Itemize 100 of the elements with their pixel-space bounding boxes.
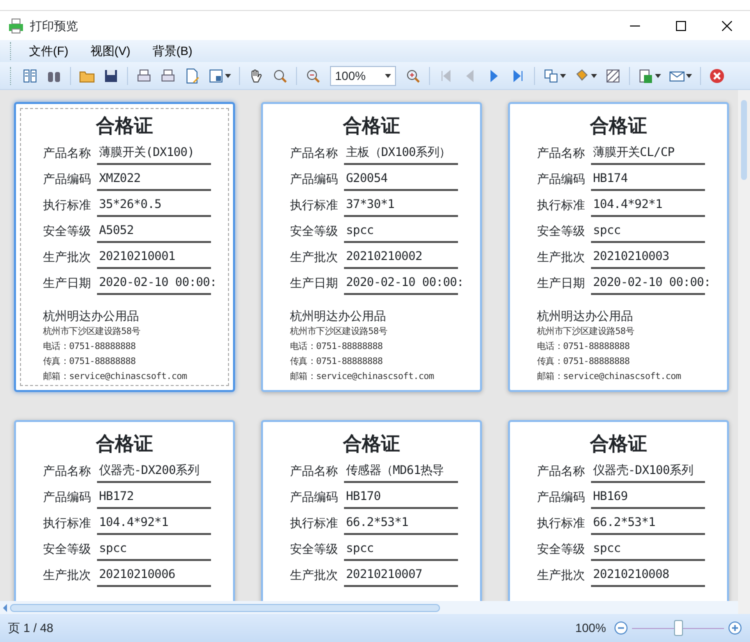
pages-icon bbox=[543, 68, 559, 84]
field-value: spcc bbox=[591, 221, 705, 243]
field-label: 生产批次 bbox=[43, 567, 92, 584]
zoom-dropdown[interactable]: 100% bbox=[330, 66, 396, 86]
field-label: 执行标准 bbox=[537, 197, 586, 214]
zoom-in-icon bbox=[405, 68, 421, 84]
caret-icon bbox=[560, 74, 566, 78]
field-value: HB170 bbox=[344, 487, 458, 509]
caret-icon bbox=[385, 74, 391, 78]
field-label: 产品名称 bbox=[43, 145, 92, 162]
field-value: 主板（DX100系列） bbox=[344, 143, 458, 165]
field-value: 20210210008 bbox=[591, 565, 705, 587]
certificate-title: 合格证 bbox=[588, 432, 648, 457]
certificate-title: 合格证 bbox=[342, 432, 401, 457]
company-name: 杭州明达办公用品 bbox=[43, 308, 140, 325]
certificate-title: 合格证 bbox=[588, 114, 648, 139]
field-label: 生产日期 bbox=[290, 275, 339, 292]
caret-icon bbox=[591, 74, 597, 78]
company-name: 杭州明达办公用品 bbox=[537, 308, 634, 325]
field-value: 仪器壳-DX200系列 bbox=[97, 461, 211, 483]
field-value: XMZ022 bbox=[97, 169, 211, 191]
caret-icon bbox=[225, 74, 231, 78]
field-value: spcc bbox=[591, 539, 705, 561]
field-label: 产品编码 bbox=[537, 489, 586, 506]
field-label: 安全等级 bbox=[290, 223, 339, 240]
contact-line: 传真：0751-88888888 bbox=[290, 356, 384, 369]
certificate-title: 合格证 bbox=[94, 114, 154, 139]
caret-icon bbox=[655, 74, 661, 78]
field-label: 生产批次 bbox=[290, 567, 339, 584]
menu-item[interactable]: 视图(V) bbox=[80, 41, 140, 61]
field-value: G20054 bbox=[344, 169, 458, 191]
window-title: 打印预览 bbox=[30, 18, 79, 34]
contact-line: 邮箱：service@chinascsoft.com bbox=[43, 370, 188, 384]
zoom-out-icon bbox=[305, 68, 321, 84]
horizontal-scrollbar[interactable] bbox=[0, 601, 738, 614]
columns-icon bbox=[22, 68, 38, 84]
export-icon bbox=[638, 68, 654, 84]
field-value: 104.4*92*1 bbox=[97, 513, 211, 535]
maximize-icon bbox=[676, 20, 686, 30]
field-value: HB172 bbox=[97, 487, 211, 509]
page[interactable]: 合格证 产品名称 薄膜开关(DX100) 产品编码 XMZ022 执行标准 35*26*0.5 安全等级 A5052 生产批次 20210210001 生产日期 2020-02-10 00:00: 杭州明达办公用品 杭州市下沙区建设路58号 电话：0751-88888888 传真：0751-88888888 邮箱：service@chinascsoft.com bbox=[14, 102, 235, 392]
contact-line: 传真：0751-88888888 bbox=[43, 356, 137, 369]
field-value: HB169 bbox=[591, 487, 705, 509]
field-value: A5052 bbox=[97, 221, 211, 243]
field-value: 37*30*1 bbox=[344, 195, 458, 217]
menu-item[interactable]: 背景(B) bbox=[142, 41, 202, 61]
field-value: spcc bbox=[97, 539, 211, 561]
close-icon bbox=[722, 20, 732, 30]
field-value: 传感器（MD61热导 bbox=[344, 461, 458, 483]
save-icon bbox=[103, 68, 119, 84]
field-label: 生产批次 bbox=[290, 249, 339, 266]
zoom-percentage: 100% bbox=[575, 620, 606, 637]
zoom-slider[interactable] bbox=[632, 620, 724, 636]
printer-icon bbox=[160, 68, 176, 84]
field-value: 20210210002 bbox=[344, 247, 458, 269]
field-label: 产品编码 bbox=[290, 489, 339, 506]
field-label: 安全等级 bbox=[537, 541, 586, 558]
field-label: 执行标准 bbox=[290, 197, 339, 214]
field-label: 执行标准 bbox=[290, 515, 339, 532]
contact-line: 邮箱：service@chinascsoft.com bbox=[537, 370, 682, 384]
field-value: 20210210007 bbox=[344, 565, 458, 587]
field-value: spcc bbox=[344, 539, 458, 561]
contact-line: 传真：0751-88888888 bbox=[537, 356, 631, 369]
field-label: 产品编码 bbox=[290, 171, 339, 188]
field-label: 安全等级 bbox=[43, 223, 92, 240]
field-label: 执行标准 bbox=[43, 197, 92, 214]
contact-line: 杭州市下沙区建设路58号 bbox=[43, 326, 142, 339]
field-value: 薄膜开关(DX100) bbox=[97, 143, 211, 165]
vertical-scrollbar[interactable] bbox=[738, 90, 750, 614]
field-value: 66.2*53*1 bbox=[344, 513, 458, 535]
field-label: 安全等级 bbox=[43, 541, 92, 558]
field-value: 20210210006 bbox=[97, 565, 211, 587]
page[interactable]: 合格证 产品名称 主板（DX100系列） 产品编码 G20054 执行标准 37*30*1 安全等级 spcc 生产批次 20210210002 生产日期 2020-02-10 00:00: 杭州明达办公用品 杭州市下沙区建设路58号 电话：0751-88888888 传真：0751-88888888 邮箱：service@chinascsoft.com bbox=[261, 102, 482, 392]
page[interactable]: 合格证 产品名称 仪器壳-DX100系列 产品编码 HB169 执行标准 66.2*53*1 安全等级 spcc 生产批次 20210210008 bbox=[508, 420, 729, 601]
zoom-in-icon[interactable] bbox=[728, 621, 742, 635]
field-value: 仪器壳-DX100系列 bbox=[591, 461, 705, 483]
field-label: 产品名称 bbox=[43, 463, 92, 480]
zoom-out-icon[interactable] bbox=[614, 621, 628, 635]
field-label: 产品名称 bbox=[290, 463, 339, 480]
field-label: 生产批次 bbox=[537, 249, 586, 266]
scroll-left-icon[interactable] bbox=[2, 604, 8, 612]
menu-item[interactable]: 文件(F) bbox=[19, 41, 78, 61]
field-label: 产品名称 bbox=[290, 145, 339, 162]
page[interactable]: 合格证 产品名称 传感器（MD61热导 产品编码 HB170 执行标准 66.2*53*1 安全等级 spcc 生产批次 20210210007 bbox=[261, 420, 482, 601]
magnifier-icon bbox=[272, 68, 288, 84]
field-label: 产品编码 bbox=[537, 171, 586, 188]
contact-line: 杭州市下沙区建设路58号 bbox=[290, 326, 388, 339]
field-label: 生产批次 bbox=[537, 567, 586, 584]
field-value: 35*26*0.5 bbox=[97, 195, 211, 217]
field-label: 生产批次 bbox=[43, 249, 92, 266]
page[interactable]: 合格证 产品名称 薄膜开关CL/CP 产品编码 HB174 执行标准 104.4*92*1 安全等级 spcc 生产批次 20210210003 生产日期 2020-02-10 00:00: 杭州明达办公用品 杭州市下沙区建设路58号 电话：0751-88888888 传真：0751-88888888 邮箱：service@chinascsoft.com bbox=[508, 102, 729, 392]
close-icon bbox=[709, 68, 725, 84]
field-label: 产品名称 bbox=[537, 145, 586, 162]
page[interactable]: 合格证 产品名称 仪器壳-DX200系列 产品编码 HB172 执行标准 104.4*92*1 安全等级 spcc 生产批次 20210210006 bbox=[14, 420, 235, 601]
field-value: HB174 bbox=[591, 169, 705, 191]
contact-line: 电话：0751-88888888 bbox=[537, 340, 631, 354]
field-value: 薄膜开关CL/CP bbox=[591, 143, 705, 165]
page-pencil-icon bbox=[184, 68, 200, 84]
field-label: 产品名称 bbox=[537, 463, 586, 480]
certificate-title: 合格证 bbox=[94, 432, 154, 457]
